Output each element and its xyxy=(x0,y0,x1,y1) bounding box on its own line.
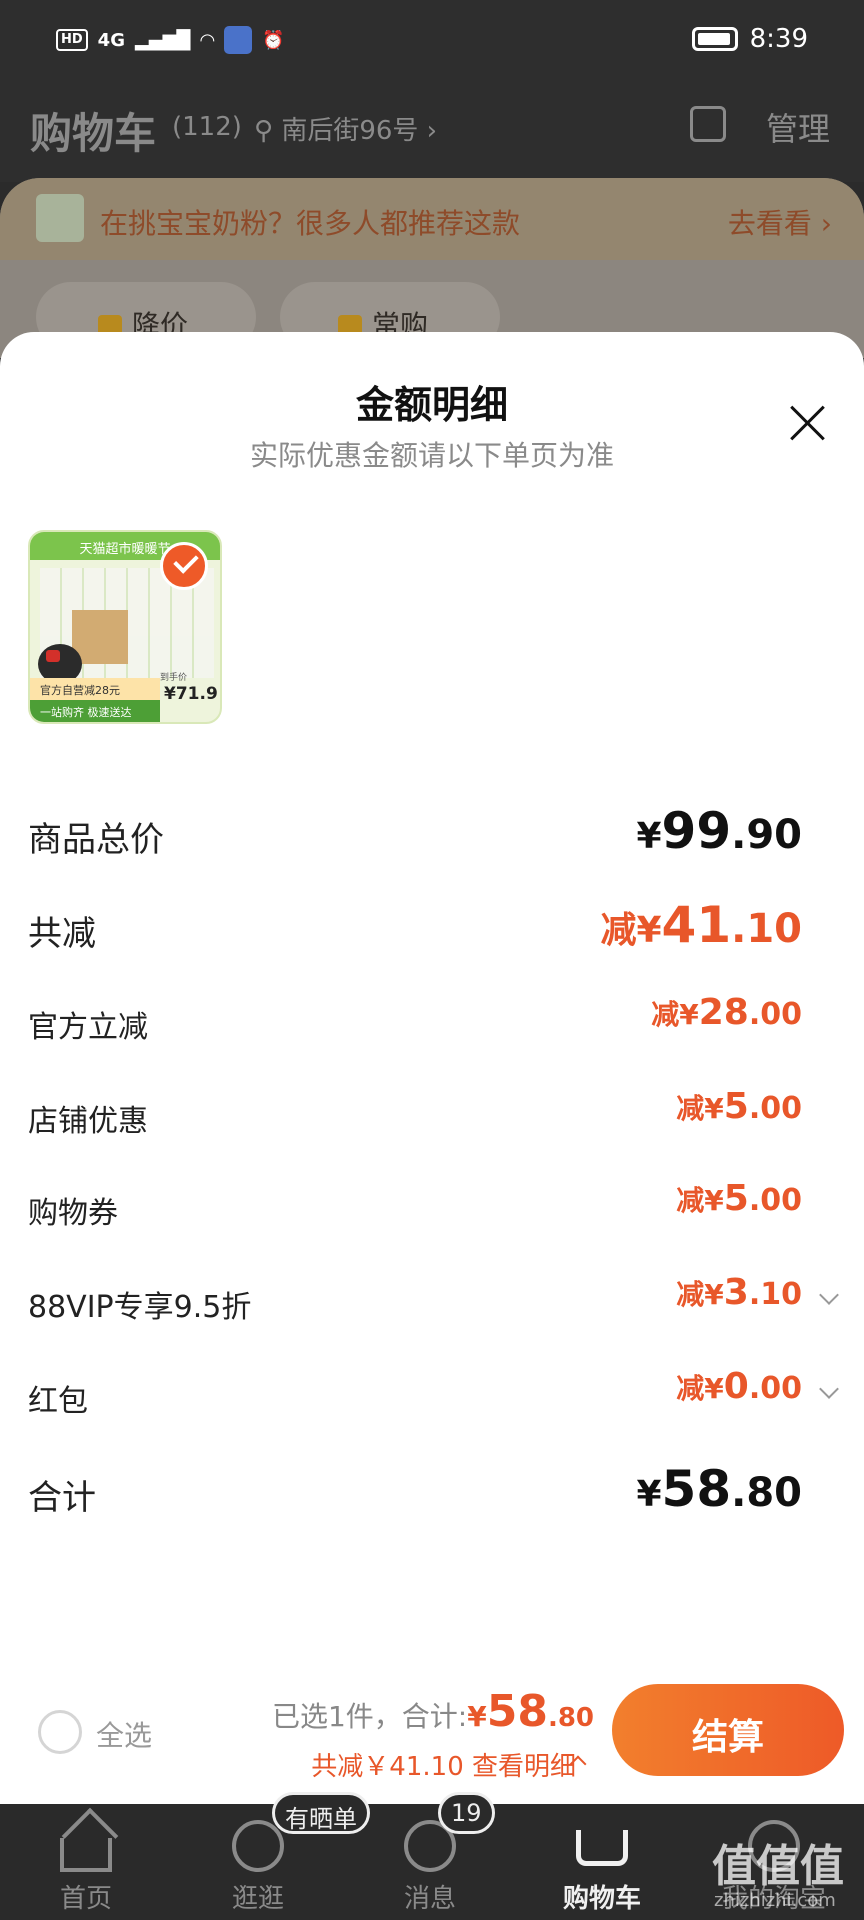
checkout-bar: 全选 已选1件，合计:¥58.80 共减￥41.10 查看明细 结算 xyxy=(0,1666,864,1804)
select-all-radio[interactable] xyxy=(38,1710,82,1754)
row-red-packet[interactable]: 红包 减¥0.00 xyxy=(0,1366,864,1426)
home-icon xyxy=(60,1838,112,1872)
sheet-subtitle: 实际优惠金额请以下单页为准 xyxy=(249,439,614,472)
clock: 8:39 xyxy=(749,24,808,54)
stroll-icon xyxy=(232,1820,284,1872)
row-total-discount: 共减 减¥41.10 xyxy=(0,896,864,956)
row-label: 红包 xyxy=(28,1384,88,1419)
checkout-button[interactable]: 结算 xyxy=(612,1684,844,1776)
product-badge-delivery: 一站购齐 极速送达 xyxy=(30,700,160,722)
row-store-discount: 店铺优惠 减¥5.00 xyxy=(0,1086,864,1146)
hd-icon: HD xyxy=(56,29,88,51)
wifi-icon: ◠ xyxy=(200,29,215,51)
row-amount: 减¥0.00 xyxy=(676,1366,802,1407)
address-text: 南后街96号 xyxy=(281,116,419,146)
cart-header: 购物车 (112) ⚲ 南后街96号 › 管理 xyxy=(0,82,864,182)
watermark-url: zhizhizhi.com xyxy=(714,1890,836,1911)
chevron-right-icon: › xyxy=(426,116,438,146)
row-amount: 减¥41.10 xyxy=(600,896,802,954)
row-coupon: 购物券 减¥5.00 xyxy=(0,1178,864,1238)
sheet-title: 金额明细 xyxy=(355,383,508,427)
row-label: 88VIP专享9.5折 xyxy=(28,1290,252,1325)
row-amount: ¥99.90 xyxy=(636,802,802,860)
promo-text: 在挑宝宝奶粉？很多人都推荐这款 xyxy=(100,207,521,240)
chevron-down-icon[interactable] xyxy=(819,1285,839,1305)
promo-banner[interactable]: 在挑宝宝奶粉？很多人都推荐这款 去看看 › xyxy=(0,178,864,260)
address-selector[interactable]: ⚲ 南后街96号 › xyxy=(254,110,437,147)
product-price-caption: 到手价 xyxy=(160,673,188,683)
row-amount: 减¥5.00 xyxy=(676,1086,802,1127)
status-bar: HD 4G ▂▄▆█ ◠ ⏰ 8:39 xyxy=(0,0,864,82)
message-count-badge: 19 xyxy=(438,1792,495,1834)
status-icons-right: 8:39 xyxy=(691,24,808,54)
checkmark-icon[interactable] xyxy=(160,542,208,590)
row-amount: ¥58.80 xyxy=(636,1460,802,1518)
row-label: 购物券 xyxy=(28,1196,118,1231)
close-icon[interactable] xyxy=(782,398,832,448)
row-official-discount: 官方立减 减¥28.00 xyxy=(0,992,864,1052)
row-subtotal: 商品总价 ¥99.90 xyxy=(0,802,864,862)
cart-count: (112) xyxy=(172,112,242,142)
row-amount: 减¥28.00 xyxy=(651,992,802,1033)
row-amount: 减¥5.00 xyxy=(676,1178,802,1219)
tab-cart[interactable]: 购物车 xyxy=(516,1804,688,1920)
page-title: 购物车 xyxy=(30,109,157,158)
product-badge-discount: 官方自营减28元 xyxy=(30,678,160,700)
location-icon: ⚲ xyxy=(254,116,274,146)
tab-home[interactable]: 首页 xyxy=(0,1804,172,1920)
row-label: 共减 xyxy=(28,914,96,954)
chevron-down-icon[interactable] xyxy=(819,1379,839,1399)
row-label: 合计 xyxy=(28,1478,96,1518)
app-notification-icon xyxy=(224,26,253,54)
alarm-icon: ⏰ xyxy=(262,29,285,51)
cart-icon xyxy=(576,1830,628,1866)
battery-icon xyxy=(691,27,738,51)
signal-icon: ▂▄▆█ xyxy=(134,29,191,51)
promo-link[interactable]: 去看看 › xyxy=(728,202,832,242)
network-icon: 4G xyxy=(97,29,125,51)
row-amount: 减¥3.10 xyxy=(676,1272,802,1313)
row-label: 店铺优惠 xyxy=(28,1104,148,1139)
checkout-summary: 已选1件，合计:¥58.80 xyxy=(271,1686,594,1737)
row-88vip[interactable]: 88VIP专享9.5折 减¥3.10 xyxy=(0,1272,864,1332)
status-icons-left: HD 4G ▂▄▆█ ◠ ⏰ xyxy=(56,26,285,54)
product-price: ¥71.9 xyxy=(164,684,218,704)
promo-area: 在挑宝宝奶粉？很多人都推荐这款 去看看 › 降价 常购 xyxy=(0,178,864,358)
select-all-label[interactable]: 全选 xyxy=(96,1714,152,1754)
row-label: 官方立减 xyxy=(28,1010,148,1045)
promo-product-thumb xyxy=(36,194,84,242)
amount-detail-sheet: 金额明细 实际优惠金额请以下单页为准 天猫超市暖暖节 官方自营减28元 一站购齐… xyxy=(0,332,864,1804)
row-label: 商品总价 xyxy=(28,820,164,860)
watermark-logo: 值值值 xyxy=(712,1841,844,1892)
switch-icon[interactable] xyxy=(690,106,726,142)
row-grand-total: 合计 ¥58.80 xyxy=(0,1460,864,1520)
view-details-link[interactable]: 共减￥41.10 查看明细 xyxy=(311,1746,576,1783)
manage-button[interactable]: 管理 xyxy=(766,104,830,150)
